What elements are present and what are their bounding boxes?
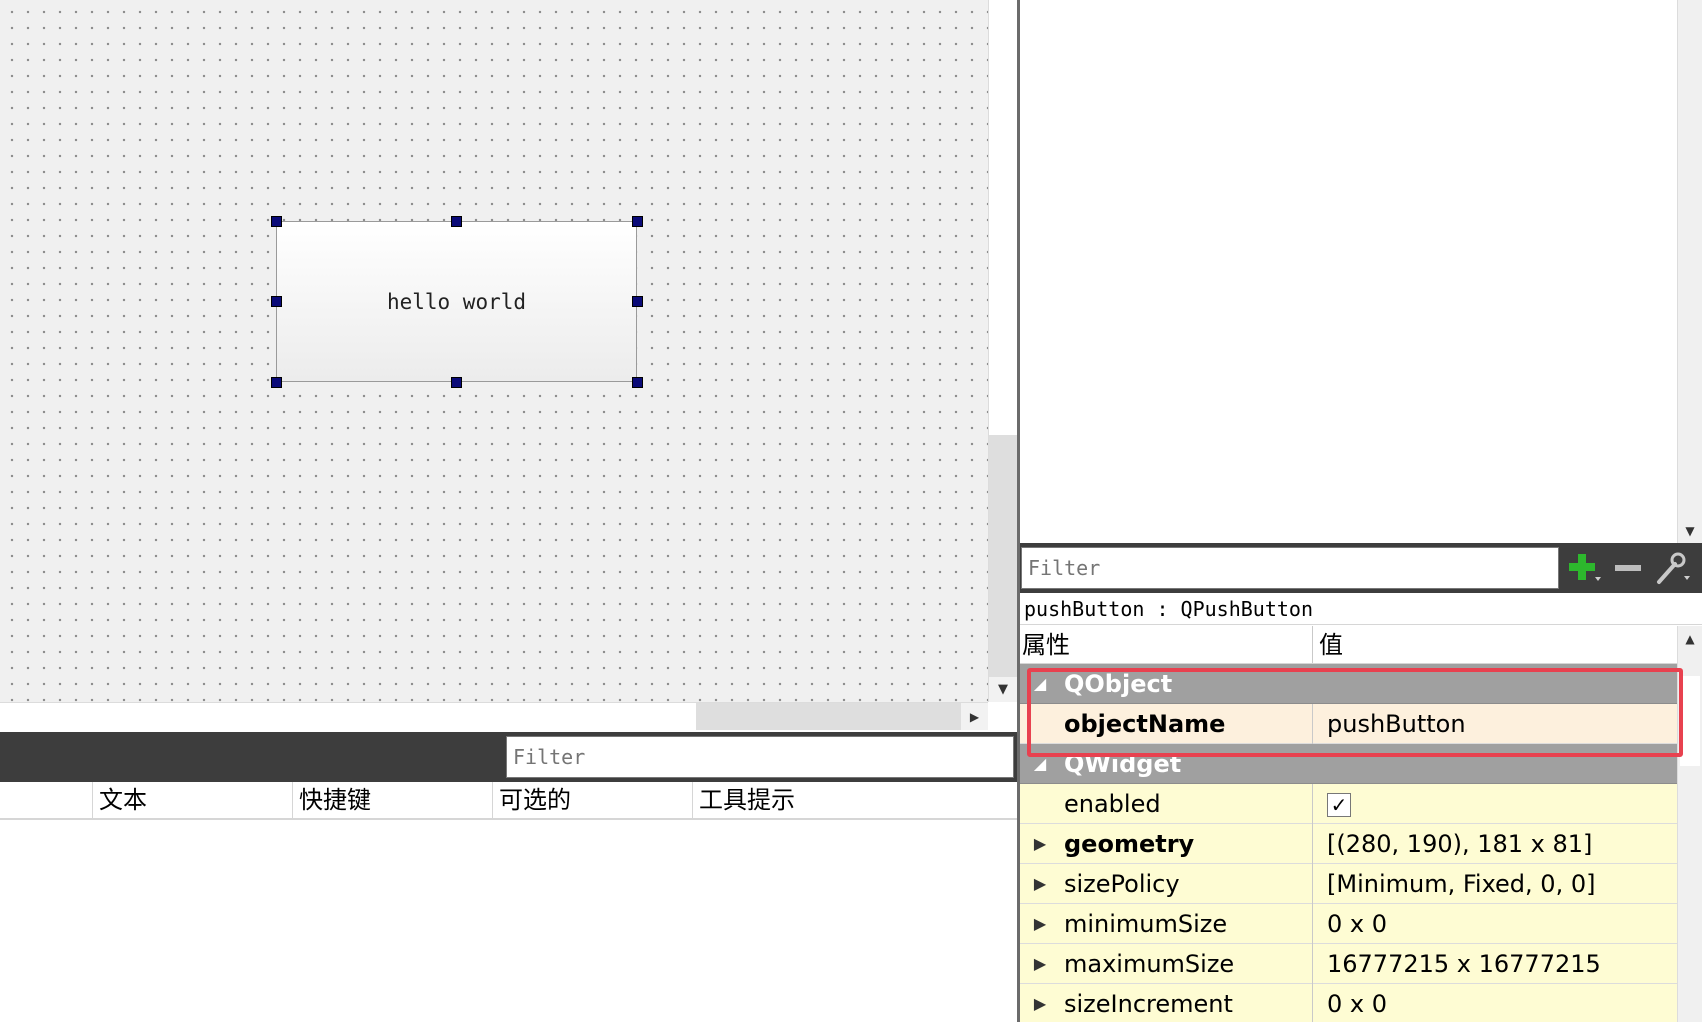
action-column-name[interactable] [0,782,92,818]
property-value-minimumsize[interactable]: 0 x 0 [1312,904,1677,944]
canvas-horizontal-scrollbar[interactable]: ▶ [0,702,988,730]
enabled-checkbox[interactable]: ✓ [1327,793,1351,817]
property-value-geometry[interactable]: [(280, 190), 181 x 81] [1312,824,1677,864]
property-name: geometry [1064,830,1195,858]
property-value-sizeincrement[interactable]: 0 x 0 [1312,984,1677,1022]
property-value-maximumsize[interactable]: 16777215 x 16777215 [1312,944,1677,984]
value-column-header[interactable]: 值 [1312,626,1677,663]
expand-arrow-icon[interactable]: ▶ [1030,824,1050,864]
property-value-enabled[interactable]: ✓ [1312,784,1677,824]
expand-arrow-icon[interactable]: ▶ [1030,944,1050,984]
canvas-vertical-scroll-thumb[interactable] [989,0,1017,435]
scroll-down-arrow-icon[interactable]: ▼ [989,677,1017,702]
property-table-scrollbar[interactable]: ▲ [1677,626,1702,1022]
property-name: sizeIncrement [1064,990,1233,1018]
action-editor-toolbar [0,732,1017,782]
canvas-horizontal-scroll-track[interactable] [696,703,961,730]
property-table-header: 属性 值 [1020,626,1677,664]
property-editor-toolbar [1020,543,1702,593]
property-filter-input[interactable] [1021,547,1559,589]
expand-arrow-icon[interactable]: ▶ [1030,984,1050,1022]
resize-handle-bottom-right[interactable] [632,377,643,388]
action-editor-header: 文本 快捷键 可选的 工具提示 [0,782,1017,820]
property-name: enabled [1064,790,1161,818]
resize-handle-bottom[interactable] [451,377,462,388]
push-button-text: hello world [386,289,527,314]
canvas-horizontal-scroll-thumb[interactable] [0,703,696,730]
property-table[interactable]: ◢ QObject objectName pushButton ◢ QWidge… [1020,664,1677,1022]
property-row-sizepolicy[interactable]: ▶ sizePolicy [Minimum, Fixed, 0, 0] [1020,864,1677,904]
collapse-arrow-icon[interactable]: ◢ [1030,664,1050,704]
property-name: sizePolicy [1064,870,1180,898]
property-row-geometry[interactable]: ▶ geometry [(280, 190), 181 x 81] [1020,824,1677,864]
resize-handle-left[interactable] [271,296,282,307]
property-group-qwidget[interactable]: ◢ QWidget [1020,744,1677,784]
resize-handle-top-right[interactable] [632,216,643,227]
action-column-checkable[interactable]: 可选的 [492,782,692,818]
object-inspector-panel[interactable] [1020,0,1702,543]
plus-icon [1569,554,1601,581]
add-dynamic-property-button[interactable] [1564,549,1604,587]
property-value-sizepolicy[interactable]: [Minimum, Fixed, 0, 0] [1312,864,1677,904]
action-column-tooltip[interactable]: 工具提示 [692,782,1017,818]
object-inspector-scrollbar[interactable]: ▼ [1677,0,1702,543]
action-filter-input[interactable] [506,736,1014,778]
property-row-minimumsize[interactable]: ▶ minimumSize 0 x 0 [1020,904,1677,944]
property-row-sizeincrement[interactable]: ▶ sizeIncrement 0 x 0 [1020,984,1677,1022]
property-table-scroll-thumb[interactable] [1680,676,1700,766]
form-canvas[interactable]: hello world [0,0,988,702]
resize-handle-top-left[interactable] [271,216,282,227]
scroll-right-arrow-icon[interactable]: ▶ [961,703,988,730]
scroll-down-arrow-icon[interactable]: ▼ [1678,518,1702,543]
property-name: maximumSize [1064,950,1235,978]
action-column-text[interactable]: 文本 [92,782,292,818]
selected-object-label: pushButton : QPushButton [1020,593,1702,625]
property-group-qobject[interactable]: ◢ QObject [1020,664,1677,704]
canvas-vertical-scrollbar[interactable]: ▼ [988,0,1017,702]
configure-property-editor-button[interactable] [1652,549,1692,587]
property-row-enabled[interactable]: enabled ✓ [1020,784,1677,824]
property-name: objectName [1064,710,1226,738]
expand-arrow-icon[interactable]: ▶ [1030,904,1050,944]
action-column-shortcut[interactable]: 快捷键 [292,782,492,818]
wrench-icon [1657,552,1690,584]
property-row-objectname[interactable]: objectName pushButton [1020,704,1677,744]
remove-dynamic-property-button[interactable] [1608,549,1648,587]
property-name: minimumSize [1064,910,1228,938]
property-row-maximumsize[interactable]: ▶ maximumSize 16777215 x 16777215 [1020,944,1677,984]
hello-world-push-button[interactable]: hello world [276,221,637,382]
resize-handle-bottom-left[interactable] [271,377,282,388]
property-column-header[interactable]: 属性 [1020,626,1312,663]
canvas-vertical-scroll-track[interactable] [989,435,1017,677]
resize-handle-right[interactable] [632,296,643,307]
resize-handle-top[interactable] [451,216,462,227]
action-list[interactable] [0,820,1017,1022]
collapse-arrow-icon[interactable]: ◢ [1030,744,1050,784]
scroll-up-arrow-icon[interactable]: ▲ [1678,626,1702,652]
minus-icon [1615,565,1641,571]
property-value-objectname[interactable]: pushButton [1312,704,1677,744]
expand-arrow-icon[interactable]: ▶ [1030,864,1050,904]
